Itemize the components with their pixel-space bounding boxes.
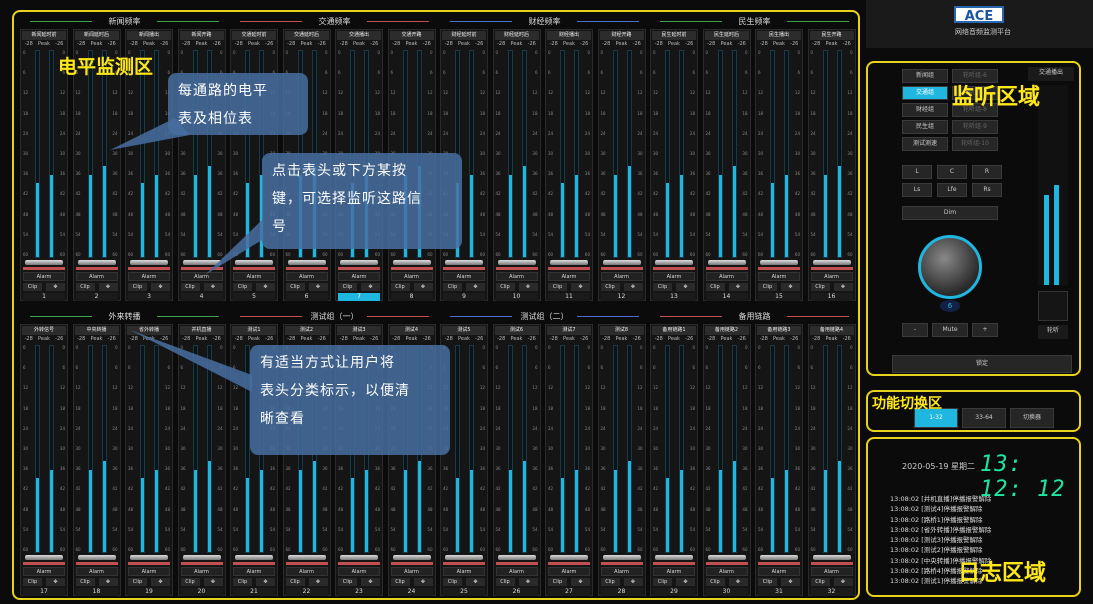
monitor-app: 新闻频率 交通频率 财经频率 民生频率 新闻延时前 -28 Peak -26 0 6 12 18 24 3… <box>0 0 1093 604</box>
bubble3-line: 有适当方式让用户将 <box>260 355 395 371</box>
callout-bubble-3: 有适当方式让用户将 表头分类标示，以便清 晰查看 <box>250 345 450 455</box>
callout-bubble-2: 点击表头或下方某按 键，可选择监听这路信号 <box>262 153 462 249</box>
callout-tails <box>110 118 262 392</box>
bubble2-line: 键，可选择监听这路信 <box>272 191 422 207</box>
bubble2-line: 号 <box>272 219 287 235</box>
bubble2-tail <box>205 220 262 275</box>
bubble1-line: 表及相位表 <box>178 111 253 127</box>
bubble3-line: 晰查看 <box>260 411 305 427</box>
bubble3-tail <box>130 330 252 392</box>
bubble3-line: 表头分类标示，以便清 <box>260 383 410 399</box>
bubble2-line: 点击表头或下方某按 <box>272 163 407 179</box>
callout-bubble-1: 每通路的电平 表及相位表 <box>168 73 308 135</box>
bubble1-line: 每通路的电平 <box>178 83 268 99</box>
